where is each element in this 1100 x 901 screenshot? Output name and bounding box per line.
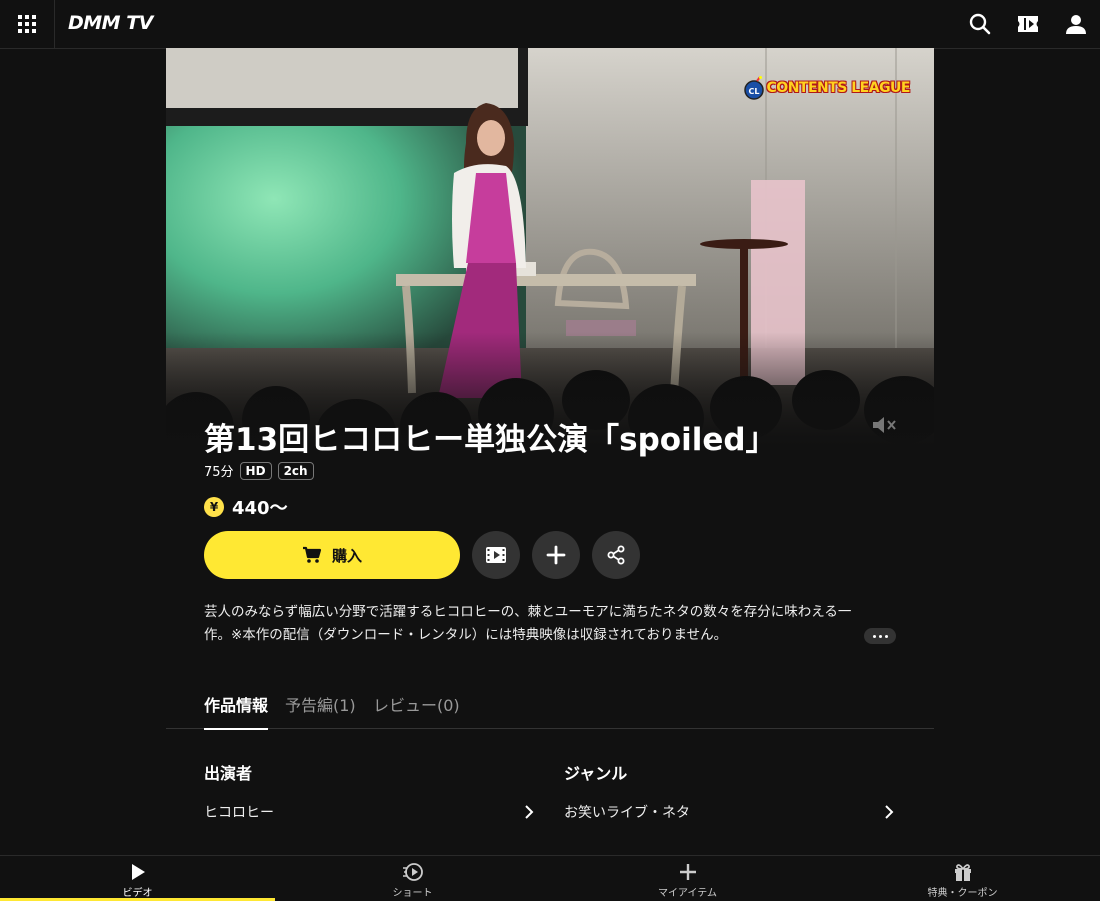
cast-link[interactable]: ヒコロヒー [204, 801, 534, 823]
play-icon [131, 864, 145, 880]
cart-icon [302, 546, 322, 563]
add-to-list-button[interactable] [532, 531, 580, 579]
film-icon [486, 547, 506, 563]
mute-icon [873, 417, 896, 433]
account-button[interactable] [1064, 12, 1088, 36]
nav-my-items[interactable]: マイアイテム [550, 856, 825, 901]
svg-text:CL: CL [748, 87, 759, 96]
yen-icon: ¥ [204, 497, 224, 517]
genre-name: お笑いライブ・ネタ [564, 805, 690, 821]
meta-row: 75分 HD 2ch [204, 461, 314, 480]
plus-icon [546, 545, 566, 565]
menu-grid-button[interactable] [0, 0, 55, 48]
tab-info[interactable]: 作品情報 [204, 692, 269, 730]
price: ¥ 440〜 [204, 494, 288, 520]
search-button[interactable] [968, 12, 992, 36]
ticket-icon [1018, 16, 1038, 32]
genre-link[interactable]: お笑いライブ・ネタ [564, 801, 894, 823]
search-icon [969, 13, 991, 35]
gift-icon [954, 864, 971, 881]
nav-short[interactable]: ショート [275, 856, 550, 901]
grid-icon [18, 15, 36, 33]
tab-trailer[interactable]: 予告編(1) [285, 692, 356, 728]
genre-heading: ジャンル [564, 764, 628, 783]
cast-name: ヒコロヒー [204, 805, 274, 821]
tab-bar: 作品情報 予告編(1) レビュー(0) [166, 688, 934, 730]
page-title: 第13回ヒコロヒー単独公演「spoiled」 [204, 422, 777, 458]
user-icon [1066, 15, 1086, 34]
price-value: 440〜 [232, 498, 288, 519]
trailer-button[interactable] [472, 531, 520, 579]
bottom-nav: ビデオ ショート マイアイテム 特典・クーポン [0, 855, 1100, 901]
nav-coupons[interactable]: 特典・クーポン [825, 856, 1100, 901]
bomb-icon: CL [743, 76, 764, 100]
buy-label: 購入 [331, 546, 362, 565]
contents-league-logo: CL CONTENTS LEAGUE [743, 76, 911, 100]
dmm-tv-logo[interactable]: DMM TV [68, 12, 153, 34]
buy-button[interactable]: 購入 [204, 531, 460, 579]
tab-reviews[interactable]: レビュー(0) [373, 692, 460, 728]
share-icon [607, 545, 625, 565]
cast-heading: 出演者 [204, 764, 253, 783]
nav-video[interactable]: ビデオ [0, 856, 275, 901]
chevron-right-icon [525, 805, 534, 819]
ticket-button[interactable] [1016, 12, 1040, 36]
description-line-2: 作。※本作の配信（ダウンロード・レンタル）には特典映像は収録されておりません。 [204, 627, 728, 643]
share-button[interactable] [592, 531, 640, 579]
description: 芸人のみならず幅広い分野で活躍するヒコロヒーの、棘とユーモアに満ちたネタの数々を… [204, 601, 894, 647]
top-bar: DMM TV [0, 0, 1100, 49]
short-icon [402, 863, 423, 881]
audio-badge: 2ch [277, 461, 314, 480]
hero-image[interactable]: CL CONTENTS LEAGUE [166, 48, 934, 452]
more-button[interactable] [864, 628, 896, 644]
plus-icon [679, 864, 696, 880]
chevron-right-icon [885, 805, 894, 819]
hd-badge: HD [239, 461, 272, 480]
duration: 75分 [204, 465, 234, 480]
mute-button[interactable] [870, 413, 898, 437]
description-line-1: 芸人のみならず幅広い分野で活躍するヒコロヒーの、棘とユーモアに満ちたネタの数々を… [204, 604, 852, 620]
